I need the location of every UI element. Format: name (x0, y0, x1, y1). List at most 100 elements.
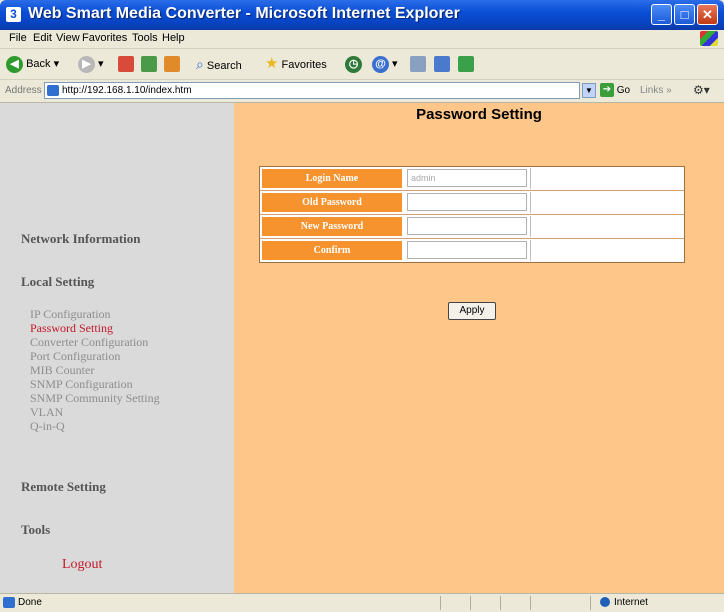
row-filler (530, 168, 683, 189)
form-row-confirm: Confirm (260, 239, 684, 262)
logout-link[interactable]: Logout (62, 557, 102, 573)
login-name-input[interactable] (407, 169, 527, 187)
sidebar-item-mib-counter[interactable]: MIB Counter (30, 363, 94, 377)
mail-icon: @ (372, 55, 389, 73)
confirm-password-input[interactable] (407, 241, 527, 259)
window-title: Web Smart Media Converter - Microsoft In… (28, 5, 460, 22)
page-done-icon (3, 597, 15, 608)
sidebar-item-port-configuration[interactable]: Port Configuration (30, 349, 120, 363)
confirm-label: Confirm (262, 241, 402, 260)
menu-file[interactable]: File (9, 32, 27, 44)
maximize-button[interactable]: □ (674, 4, 695, 25)
title-bar: 3 Web Smart Media Converter - Microsoft … (0, 0, 724, 30)
form-row-new-password: New Password (260, 215, 684, 239)
go-button[interactable]: ➔ Go (600, 83, 630, 99)
sidebar-item-snmp-community-setting[interactable]: SNMP Community Setting (30, 391, 160, 405)
sidebar-network-information[interactable]: Network Information (21, 231, 141, 247)
page-icon (47, 85, 59, 96)
security-zone: Internet (600, 597, 648, 608)
search-button[interactable]: ⌕ Search (196, 54, 242, 74)
favorites-button[interactable]: ★ Favorites (265, 54, 327, 74)
mail-button[interactable]: @ ▾ (372, 54, 398, 74)
forward-button[interactable]: ▶ ▾ (78, 54, 104, 74)
sidebar-item-converter-configuration[interactable]: Converter Configuration (30, 335, 148, 349)
search-icon: ⌕ (196, 56, 204, 72)
old-password-label: Old Password (262, 193, 402, 212)
status-divider (530, 596, 531, 610)
address-url: http://192.168.1.10/index.htm (62, 85, 192, 96)
stop-button[interactable] (118, 54, 134, 74)
row-filler (530, 240, 683, 261)
page-title: Password Setting (416, 106, 542, 123)
print-button[interactable] (410, 54, 426, 74)
search-label: Search (206, 60, 242, 72)
menu-view[interactable]: View (56, 32, 80, 44)
address-dropdown-button[interactable]: ▼ (582, 83, 596, 98)
home-button[interactable] (164, 54, 180, 74)
row-filler (530, 216, 683, 237)
app-icon: 3 (6, 7, 21, 22)
main-panel: Password Setting Login Name Old Password… (234, 103, 724, 593)
status-divider (590, 596, 591, 610)
links-button[interactable]: Links » (640, 85, 672, 96)
sidebar-remote-setting[interactable]: Remote Setting (21, 479, 106, 495)
old-password-input[interactable] (407, 193, 527, 211)
go-label: Go (616, 85, 631, 96)
windows-logo-icon (700, 31, 718, 46)
menu-tools[interactable]: Tools (132, 32, 158, 44)
edit-button[interactable] (434, 54, 450, 74)
edit-icon (434, 56, 450, 73)
back-button[interactable]: ◀ Back ▾ (6, 54, 59, 74)
refresh-icon (141, 56, 157, 73)
row-filler (530, 192, 683, 213)
back-arrow-icon: ◀ (6, 55, 23, 73)
toolbar: ◀ Back ▾ ▶ ▾ ⌕ Search ★ Favorites ◷ @ ▾ (0, 49, 724, 80)
sidebar: Network Information Local Setting IP Con… (0, 103, 234, 593)
links-label: Links (640, 85, 664, 96)
sidebar-item-vlan[interactable]: VLAN (30, 405, 63, 419)
minimize-button[interactable]: _ (651, 4, 672, 25)
address-bar: Address http://192.168.1.10/index.htm ▼ … (0, 80, 724, 103)
address-label: Address (5, 85, 42, 96)
sidebar-item-snmp-configuration[interactable]: SNMP Configuration (30, 377, 133, 391)
new-password-label: New Password (262, 217, 402, 236)
forward-arrow-icon: ▶ (78, 55, 95, 73)
menu-edit[interactable]: Edit (33, 32, 52, 44)
sidebar-item-q-in-q[interactable]: Q-in-Q (30, 419, 65, 433)
apply-button[interactable]: Apply (448, 302, 496, 320)
favorites-star-icon: ★ (265, 55, 279, 72)
status-divider (440, 596, 441, 610)
new-password-input[interactable] (407, 217, 527, 235)
status-bar: Done Internet (0, 593, 724, 612)
go-arrow-icon: ➔ (600, 83, 614, 98)
status-divider (500, 596, 501, 610)
status-divider (470, 596, 471, 610)
close-button[interactable]: ✕ (697, 4, 718, 25)
password-form-table: Login Name Old Password New Password Con… (259, 166, 685, 263)
home-icon (164, 56, 180, 73)
menu-favorites[interactable]: Favorites (82, 32, 127, 44)
favorites-label: Favorites (281, 59, 327, 71)
form-row-old-password: Old Password (260, 191, 684, 215)
menu-help[interactable]: Help (162, 32, 185, 44)
back-label: Back (26, 58, 51, 70)
login-name-label: Login Name (262, 169, 402, 188)
print-icon (410, 56, 426, 73)
stop-icon (118, 56, 134, 73)
history-icon: ◷ (345, 55, 362, 73)
sidebar-item-ip-configuration[interactable]: IP Configuration (30, 307, 111, 321)
tools-extra-icon[interactable]: ⚙▾ (693, 83, 710, 97)
globe-icon (600, 597, 610, 608)
status-text: Done (18, 597, 42, 608)
address-input[interactable]: http://192.168.1.10/index.htm (44, 82, 580, 99)
sidebar-tools[interactable]: Tools (21, 522, 50, 538)
page-content: Network Information Local Setting IP Con… (0, 103, 724, 593)
sidebar-local-setting[interactable]: Local Setting (21, 274, 94, 290)
zone-label: Internet (614, 597, 648, 608)
refresh-button[interactable] (141, 54, 157, 74)
messenger-button[interactable] (458, 54, 474, 74)
form-row-login-name: Login Name (260, 167, 684, 191)
history-button[interactable]: ◷ (345, 54, 362, 74)
menu-bar: File Edit View Favorites Tools Help (0, 30, 724, 49)
sidebar-item-password-setting[interactable]: Password Setting (30, 321, 113, 335)
